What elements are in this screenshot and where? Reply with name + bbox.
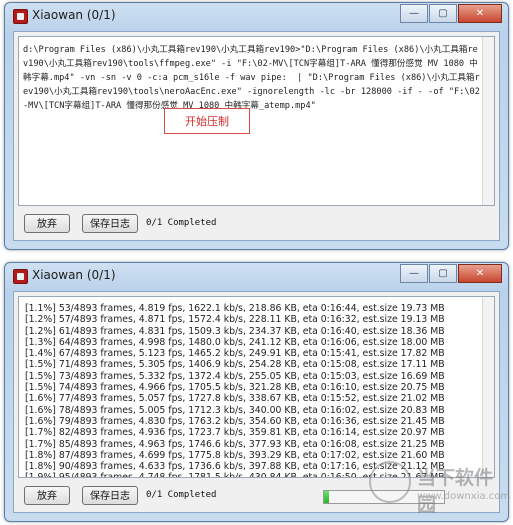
- log-line: [1.6%] 78/4893 frames, 5.005 fps, 1712.3…: [25, 404, 445, 416]
- log-line: [1.2%] 57/4893 frames, 4.871 fps, 1572.4…: [25, 314, 445, 326]
- log-line: [1.5%] 74/4893 frames, 4.966 fps, 1705.5…: [25, 382, 445, 394]
- abandon-button[interactable]: 放弃: [24, 486, 70, 505]
- window-controls: — ▢ ✕: [399, 264, 502, 283]
- window-title: Xiaowan (0/1): [32, 268, 116, 282]
- log-line: [1.6%] 77/4893 frames, 5.057 fps, 1727.8…: [25, 393, 445, 405]
- window-body: [1.1%] 53/4893 frames, 4.819 fps, 1622.1…: [13, 291, 500, 513]
- log-line: [1.6%] 79/4893 frames, 4.830 fps, 1763.2…: [25, 415, 445, 427]
- vertical-scrollbar[interactable]: [482, 37, 494, 205]
- title-bar[interactable]: Xiaowan (0/1) — ▢ ✕: [5, 263, 508, 289]
- log-line: [1.7%] 82/4893 frames, 4.936 fps, 1723.7…: [25, 427, 445, 439]
- minimize-button[interactable]: —: [400, 4, 428, 23]
- window-body: d:\Program Files (x86)\小丸工具箱rev190\小丸工具箱…: [13, 31, 500, 241]
- close-button[interactable]: ✕: [458, 264, 502, 283]
- abandon-button[interactable]: 放弃: [24, 214, 70, 233]
- window-title: Xiaowan (0/1): [32, 8, 116, 22]
- log-list: [1.1%] 53/4893 frames, 4.819 fps, 1622.1…: [25, 303, 446, 478]
- bottom-bar: 放弃 保存日志 0/1 Completed: [18, 484, 495, 508]
- encode-progress-bar: [323, 490, 445, 504]
- log-line: [1.1%] 53/4893 frames, 4.819 fps, 1622.1…: [25, 303, 445, 314]
- status-text: 0/1 Completed: [146, 490, 217, 500]
- app-icon: [13, 269, 28, 284]
- bottom-bar: 放弃 保存日志 0/1 Completed: [18, 212, 495, 236]
- close-button[interactable]: ✕: [458, 4, 502, 23]
- minimize-button[interactable]: —: [400, 264, 428, 283]
- command-text: d:\Program Files (x86)\小丸工具箱rev190\小丸工具箱…: [23, 45, 480, 111]
- maximize-button[interactable]: ▢: [429, 4, 457, 23]
- log-line: [1.8%] 90/4893 frames, 4.633 fps, 1736.6…: [25, 461, 445, 473]
- log-textarea[interactable]: [1.1%] 53/4893 frames, 4.819 fps, 1622.1…: [18, 296, 495, 478]
- maximize-button[interactable]: ▢: [429, 264, 457, 283]
- log-line: [1.8%] 87/4893 frames, 4.699 fps, 1775.8…: [25, 449, 445, 461]
- command-textarea[interactable]: d:\Program Files (x86)\小丸工具箱rev190\小丸工具箱…: [18, 36, 495, 206]
- status-text: 0/1 Completed: [146, 218, 217, 228]
- log-line: [1.4%] 67/4893 frames, 5.123 fps, 1465.2…: [25, 348, 445, 360]
- log-line: [1.3%] 64/4893 frames, 4.998 fps, 1480.0…: [25, 336, 445, 348]
- start-encode-button[interactable]: 开始压制: [164, 108, 250, 134]
- window-controls: — ▢ ✕: [399, 4, 502, 23]
- log-line: [1.2%] 61/4893 frames, 4.831 fps, 1509.3…: [25, 325, 445, 337]
- save-log-button[interactable]: 保存日志: [82, 486, 138, 505]
- log-line: [1.7%] 85/4893 frames, 4.963 fps, 1746.6…: [25, 438, 445, 450]
- save-log-button[interactable]: 保存日志: [82, 214, 138, 233]
- app-icon: [13, 9, 28, 24]
- vertical-scrollbar[interactable]: [482, 297, 494, 477]
- log-line: [1.5%] 71/4893 frames, 5.305 fps, 1406.9…: [25, 359, 445, 371]
- progress-fill: [324, 491, 329, 503]
- log-window: Xiaowan (0/1) — ▢ ✕ [1.1%] 53/4893 frame…: [4, 262, 509, 522]
- command-window: Xiaowan (0/1) — ▢ ✕ d:\Program Files (x8…: [4, 2, 509, 250]
- log-line: [1.9%] 95/4893 frames, 4.748 fps, 1781.5…: [25, 472, 445, 478]
- title-bar[interactable]: Xiaowan (0/1) — ▢ ✕: [5, 3, 508, 29]
- log-line: [1.5%] 73/4893 frames, 5.332 fps, 1372.4…: [25, 370, 445, 382]
